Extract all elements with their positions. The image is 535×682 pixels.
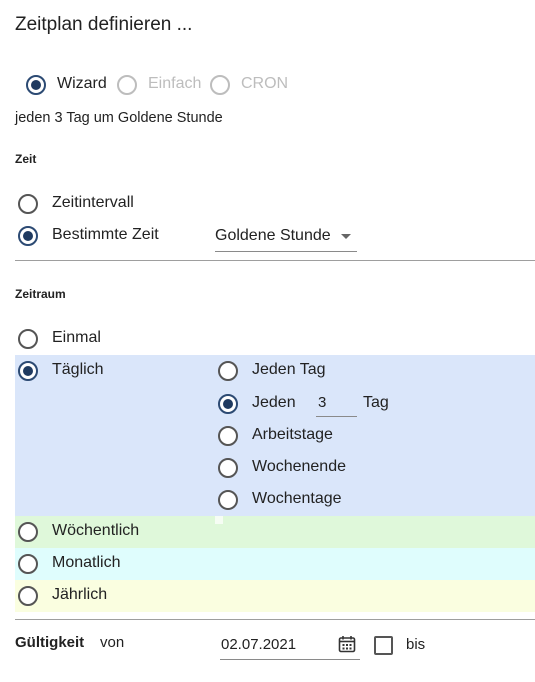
- time-select[interactable]: Goldene Stunde: [215, 224, 357, 252]
- mode-label-wizard: Wizard: [57, 75, 107, 92]
- gueltigkeit-label: Gültigkeit: [15, 634, 85, 651]
- section-heading-zeit: Zeit: [15, 152, 37, 166]
- interval-unit-label: Tag: [363, 394, 389, 411]
- bis-label: bis: [406, 636, 426, 653]
- caret-down-icon: [341, 234, 351, 239]
- interval-number-input[interactable]: 3: [316, 391, 357, 417]
- mode-label-cron: CRON: [241, 75, 289, 92]
- mode-label-einfach: Einfach: [148, 75, 202, 92]
- daily-label-wochenende: Wochenende: [252, 458, 346, 475]
- zeit-radio-zeitintervall[interactable]: [18, 194, 38, 214]
- mode-radio-cron[interactable]: [210, 75, 230, 95]
- mode-radio-einfach[interactable]: [117, 75, 137, 95]
- mode-radio-wizard[interactable]: [26, 75, 46, 95]
- calendar-icon[interactable]: [338, 635, 356, 653]
- daily-radio-jeden[interactable]: [218, 394, 238, 414]
- daily-radio-wochentage[interactable]: [218, 490, 238, 510]
- zeitraum-radio-taeglich[interactable]: [18, 361, 38, 381]
- daily-label-arbeitstage: Arbeitstage: [252, 426, 333, 443]
- panel-marker: [215, 516, 223, 524]
- zeitraum-radio-jaehrlich[interactable]: [18, 586, 38, 606]
- daily-label-wochentage: Wochentage: [252, 490, 342, 507]
- start-date-input[interactable]: 02.07.2021: [220, 632, 360, 660]
- zeitraum-radio-woechentlich[interactable]: [18, 522, 38, 542]
- zeit-label-bestimmte-zeit: Bestimmte Zeit: [52, 226, 159, 243]
- von-label: von: [100, 634, 125, 651]
- zeitraum-radio-einmal[interactable]: [18, 329, 38, 349]
- zeitraum-label-monatlich: Monatlich: [52, 554, 121, 571]
- daily-radio-arbeitstage[interactable]: [218, 426, 238, 446]
- start-date-value: 02.07.2021: [221, 636, 297, 653]
- daily-label-jeden-tag: Jeden Tag: [252, 361, 326, 378]
- daily-label-jeden: Jeden: [252, 394, 296, 411]
- time-select-value: Goldene Stunde: [215, 227, 331, 244]
- daily-radio-jeden-tag[interactable]: [218, 361, 238, 381]
- daily-radio-wochenende[interactable]: [218, 458, 238, 478]
- dialog-title: Zeitplan definieren ...: [15, 14, 193, 35]
- divider: [15, 619, 535, 620]
- bis-checkbox[interactable]: [374, 636, 393, 655]
- zeit-radio-bestimmte-zeit[interactable]: [18, 226, 38, 246]
- zeit-label-zeitintervall: Zeitintervall: [52, 194, 134, 211]
- zeitraum-label-taeglich: Täglich: [52, 361, 104, 378]
- zeitraum-label-jaehrlich: Jährlich: [52, 586, 108, 603]
- divider: [15, 260, 535, 261]
- zeitraum-label-einmal: Einmal: [52, 329, 101, 346]
- zeitraum-label-woechentlich: Wöchentlich: [52, 522, 140, 539]
- schedule-summary: jeden 3 Tag um Goldene Stunde: [15, 110, 223, 126]
- zeitraum-radio-monatlich[interactable]: [18, 554, 38, 574]
- section-heading-zeitraum: Zeitraum: [15, 287, 66, 301]
